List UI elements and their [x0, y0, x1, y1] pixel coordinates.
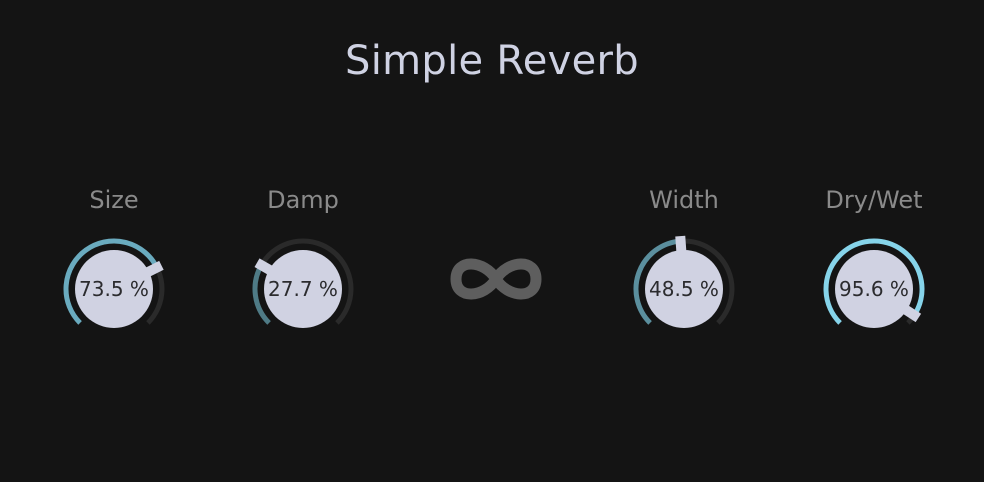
knob-group-width: Width 48.5 %: [619, 186, 749, 336]
drywet-knob-face: [835, 250, 913, 328]
knob-group-size: Size 73.5 %: [49, 186, 179, 336]
size-knob[interactable]: 73.5 %: [59, 234, 169, 344]
size-knob-face: [75, 250, 153, 328]
size-knob-graphic: [63, 238, 165, 328]
damp-label: Damp: [267, 186, 339, 214]
knob-group-damp: Damp 27.7 %: [238, 186, 368, 336]
size-label: Size: [89, 186, 139, 214]
damp-knob-graphic: [252, 238, 354, 328]
width-knob-graphic: [633, 235, 735, 328]
damp-knob[interactable]: 27.7 %: [248, 234, 358, 344]
width-knob[interactable]: 48.5 %: [629, 234, 739, 344]
drywet-label: Dry/Wet: [825, 186, 923, 214]
drywet-knob-graphic: [823, 238, 925, 328]
infinity-icon[interactable]: [446, 250, 546, 308]
width-label: Width: [649, 186, 719, 214]
width-pointer: [675, 235, 687, 256]
drywet-knob[interactable]: 95.6 %: [819, 234, 929, 344]
width-knob-face: [645, 250, 723, 328]
reverb-plugin-window: Simple Reverb Size 73.5 % Damp 27.7 % Wi…: [0, 0, 984, 482]
plugin-title: Simple Reverb: [345, 38, 639, 84]
knob-group-drywet: Dry/Wet 95.6 %: [809, 186, 939, 336]
damp-knob-face: [264, 250, 342, 328]
